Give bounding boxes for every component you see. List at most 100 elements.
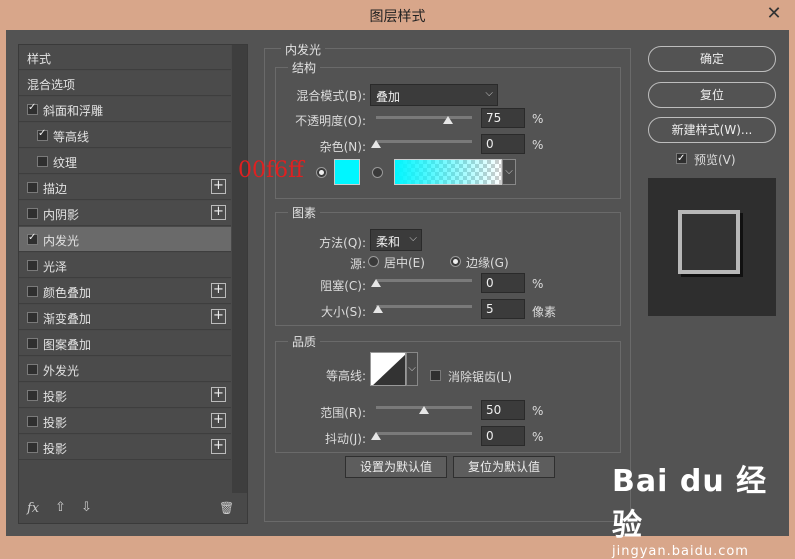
add-icon[interactable]: + xyxy=(211,309,226,324)
style-row-label: 等高线 xyxy=(53,130,90,144)
reset-button[interactable]: 复位 xyxy=(648,82,776,108)
contour-picker[interactable] xyxy=(370,352,406,386)
add-icon[interactable]: + xyxy=(211,205,226,220)
range-input[interactable]: 50 xyxy=(481,400,525,420)
trash-icon[interactable]: 🗑 xyxy=(219,501,234,515)
fx-icon[interactable]: fx xyxy=(27,501,39,516)
style-row-label: 内阴影 xyxy=(43,208,80,222)
style-checkbox[interactable] xyxy=(27,182,38,193)
style-checkbox[interactable] xyxy=(27,260,38,271)
noise-label: 杂色(N): xyxy=(319,140,366,154)
style-row[interactable]: 投影 + xyxy=(19,435,231,460)
styles-toolbar: fx ⇧ ⇩ 🗑 xyxy=(19,497,247,523)
source-label: 源: xyxy=(349,257,366,271)
style-checkbox[interactable] xyxy=(27,312,38,323)
style-checkbox[interactable] xyxy=(27,232,38,245)
opacity-slider[interactable] xyxy=(376,116,472,119)
style-checkbox[interactable] xyxy=(27,442,38,453)
style-checkbox[interactable] xyxy=(27,338,38,349)
style-row[interactable]: 内发光 xyxy=(19,227,231,252)
style-row-label: 颜色叠加 xyxy=(43,286,92,300)
add-icon[interactable]: + xyxy=(211,387,226,402)
edge-label: 边缘(G) xyxy=(466,256,509,270)
style-checkbox[interactable] xyxy=(37,128,48,141)
noise-input[interactable]: 0 xyxy=(481,134,525,154)
style-row[interactable]: 外发光 xyxy=(19,357,231,382)
style-checkbox[interactable] xyxy=(37,156,48,167)
noise-slider-thumb[interactable] xyxy=(371,140,381,148)
style-row[interactable]: 内阴影 + xyxy=(19,201,231,226)
structure-group: 结构 混合模式(B): 叠加 ⌵ 不透明度(O): 75 % 杂色(N): 0 %… xyxy=(275,59,621,199)
gradient-swatch[interactable] xyxy=(394,159,502,185)
choke-slider-thumb[interactable] xyxy=(371,279,381,287)
style-row[interactable]: 投影 + xyxy=(19,409,231,434)
style-row-label: 样式 xyxy=(27,52,52,66)
gradient-radio[interactable] xyxy=(372,167,383,178)
style-checkbox[interactable] xyxy=(27,364,38,375)
style-row[interactable]: 斜面和浮雕 xyxy=(19,97,231,122)
style-row[interactable]: 渐变叠加 + xyxy=(19,305,231,330)
preview-label: 预览(V) xyxy=(694,153,736,167)
choke-input[interactable]: 0 xyxy=(481,273,525,293)
glow-color-swatch[interactable] xyxy=(334,159,360,185)
style-row-label: 描边 xyxy=(43,182,68,196)
jitter-label: 抖动(J): xyxy=(325,432,366,446)
style-row[interactable]: 纹理 xyxy=(19,149,231,174)
watermark-logo: Bai du 经验 xyxy=(612,464,768,543)
jitter-slider-thumb[interactable] xyxy=(371,432,381,440)
blend-mode-select[interactable]: 叠加 ⌵ xyxy=(370,84,498,106)
choke-slider[interactable] xyxy=(376,279,472,282)
center-radio[interactable] xyxy=(368,256,379,267)
size-slider[interactable] xyxy=(376,305,472,308)
style-row-label: 混合选项 xyxy=(27,78,76,92)
size-slider-thumb[interactable] xyxy=(372,305,383,313)
preview-checkbox[interactable]: ✓ xyxy=(676,153,687,164)
jitter-input[interactable]: 0 xyxy=(481,426,525,446)
opacity-input[interactable]: 75 xyxy=(481,108,525,128)
opacity-label: 不透明度(O): xyxy=(295,114,366,128)
reset-default-button[interactable]: 复位为默认值 xyxy=(453,456,555,478)
set-default-button[interactable]: 设置为默认值 xyxy=(345,456,447,478)
style-row[interactable]: 混合选项 xyxy=(19,71,231,96)
style-row[interactable]: 描边 + xyxy=(19,175,231,200)
new-style-button[interactable]: 新建样式(W)... xyxy=(648,117,776,143)
color-radio[interactable] xyxy=(316,167,327,178)
antialias-label: 消除锯齿(L) xyxy=(448,370,513,384)
close-icon[interactable]: ✕ xyxy=(763,4,785,24)
jitter-slider[interactable] xyxy=(376,432,472,435)
styles-scrollbar[interactable] xyxy=(232,45,247,493)
opacity-slider-thumb[interactable] xyxy=(443,116,453,124)
inner-glow-title: 内发光 xyxy=(281,41,326,58)
noise-slider[interactable] xyxy=(376,140,472,143)
edge-radio[interactable] xyxy=(450,256,461,267)
method-select[interactable]: 柔和 ⌵ xyxy=(370,229,422,251)
add-icon[interactable]: + xyxy=(211,413,226,428)
style-row-label: 投影 xyxy=(43,416,68,430)
style-row[interactable]: 样式 xyxy=(19,45,231,70)
style-checkbox[interactable] xyxy=(27,102,38,115)
add-icon[interactable]: + xyxy=(211,283,226,298)
style-checkbox[interactable] xyxy=(27,208,38,219)
add-icon[interactable]: + xyxy=(211,439,226,454)
style-checkbox[interactable] xyxy=(27,390,38,401)
color-annotation: 00f6ff xyxy=(238,158,304,183)
chevron-down-icon: ⌵ xyxy=(485,88,493,99)
style-row[interactable]: 图案叠加 xyxy=(19,331,231,356)
style-row[interactable]: 光泽 xyxy=(19,253,231,278)
style-row[interactable]: 等高线 xyxy=(19,123,231,148)
range-slider-thumb[interactable] xyxy=(419,406,429,414)
style-row[interactable]: 颜色叠加 + xyxy=(19,279,231,304)
move-up-icon[interactable]: ⇧ xyxy=(55,500,66,515)
move-down-icon[interactable]: ⇩ xyxy=(81,500,92,515)
add-icon[interactable]: + xyxy=(211,179,226,194)
gradient-dropdown-icon[interactable]: ⌵ xyxy=(502,159,516,185)
style-row[interactable]: 投影 + xyxy=(19,383,231,408)
antialias-checkbox[interactable] xyxy=(430,370,441,381)
ok-button[interactable]: 确定 xyxy=(648,46,776,72)
size-input[interactable]: 5 xyxy=(481,299,525,319)
style-checkbox[interactable] xyxy=(27,286,38,297)
contour-dropdown-icon[interactable]: ⌵ xyxy=(406,352,418,386)
style-checkbox[interactable] xyxy=(27,416,38,427)
style-row-label: 投影 xyxy=(43,442,68,456)
preview-thumbnail xyxy=(648,178,776,316)
